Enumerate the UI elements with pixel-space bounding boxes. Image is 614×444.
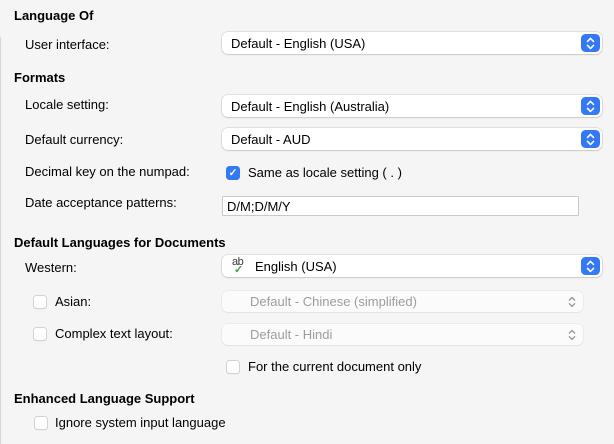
section-heading-default-languages: Default Languages for Documents [14,235,226,250]
chevron-up-down-icon [581,130,600,148]
asian-select: Default - Chinese (simplified) [222,291,583,312]
same-as-locale-label: Same as locale setting ( . ) [248,165,402,180]
default-currency-select[interactable]: Default - AUD [222,128,602,150]
current-document-only-label: For the current document only [248,359,422,374]
ignore-system-input-label: Ignore system input language [55,415,226,430]
default-currency-select-value: Default - AUD [231,131,311,147]
complex-text-layout-select: Default - Hindi [222,324,583,345]
western-select[interactable]: ab ✓ English (USA) [222,255,602,277]
decimal-key-label: Decimal key on the numpad: [25,164,190,179]
locale-setting-select[interactable]: Default - English (Australia) [222,95,602,117]
asian-checkbox[interactable] [33,295,47,309]
western-label: Western: [25,260,77,275]
chevron-up-down-icon [581,257,600,275]
current-document-only-checkbox[interactable] [226,360,240,374]
locale-setting-label: Locale setting: [25,97,109,112]
complex-text-layout-label: Complex text layout: [55,326,173,341]
asian-label: Asian: [55,294,92,309]
chevron-up-down-icon [581,97,600,115]
asian-select-value: Default - Chinese (simplified) [250,294,417,309]
section-heading-language-of: Language Of [14,8,94,23]
chevron-up-down-icon [562,293,581,310]
chevron-up-down-icon [581,34,600,52]
user-interface-label: User interface: [25,37,110,52]
western-select-value: English (USA) [255,258,337,274]
default-currency-label: Default currency: [25,132,124,147]
section-heading-formats: Formats [14,70,66,85]
date-patterns-input[interactable] [222,196,579,216]
user-interface-select[interactable]: Default - English (USA) [222,32,602,54]
locale-setting-select-value: Default - English (Australia) [231,98,390,114]
complex-text-layout-select-value: Default - Hindi [250,327,333,342]
section-heading-enhanced-language-support: Enhanced Language Support [14,391,195,406]
same-as-locale-checkbox[interactable] [226,166,240,180]
abc-spellcheck-icon: ab ✓ [232,255,244,276]
panel-left-border [0,37,1,444]
date-patterns-label: Date acceptance patterns: [25,195,177,210]
ignore-system-input-checkbox[interactable] [34,416,48,430]
chevron-up-down-icon [562,326,581,343]
complex-text-layout-checkbox[interactable] [33,327,47,341]
user-interface-select-value: Default - English (USA) [231,35,366,51]
